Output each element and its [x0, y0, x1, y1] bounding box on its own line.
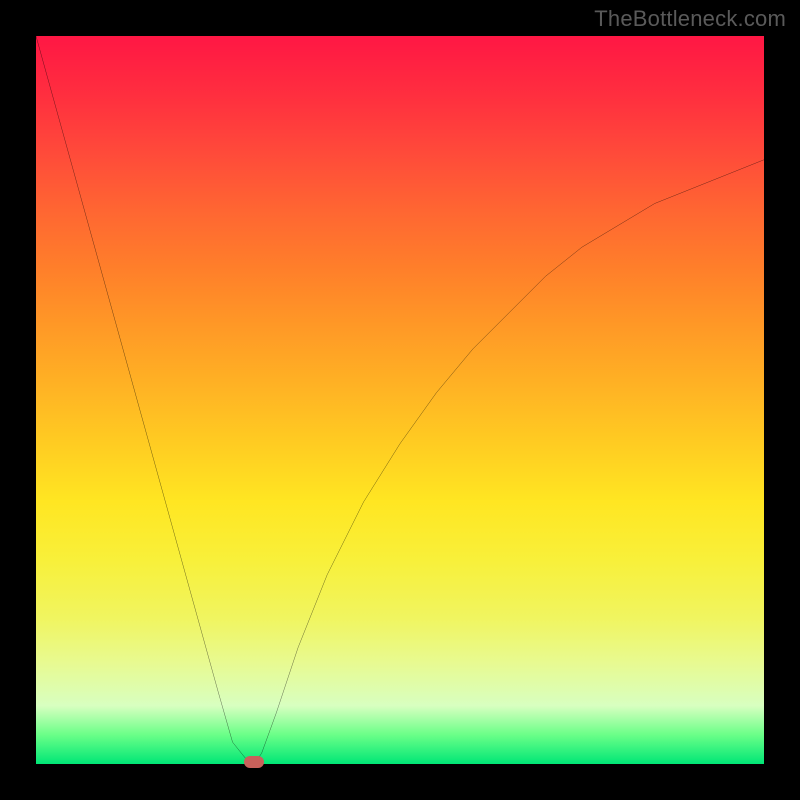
chart-frame: TheBottleneck.com [0, 0, 800, 800]
watermark: TheBottleneck.com [594, 6, 786, 32]
min-point-marker [244, 756, 264, 768]
plot-area [36, 36, 764, 764]
curve-path [36, 36, 764, 764]
bottleneck-curve [36, 36, 764, 764]
